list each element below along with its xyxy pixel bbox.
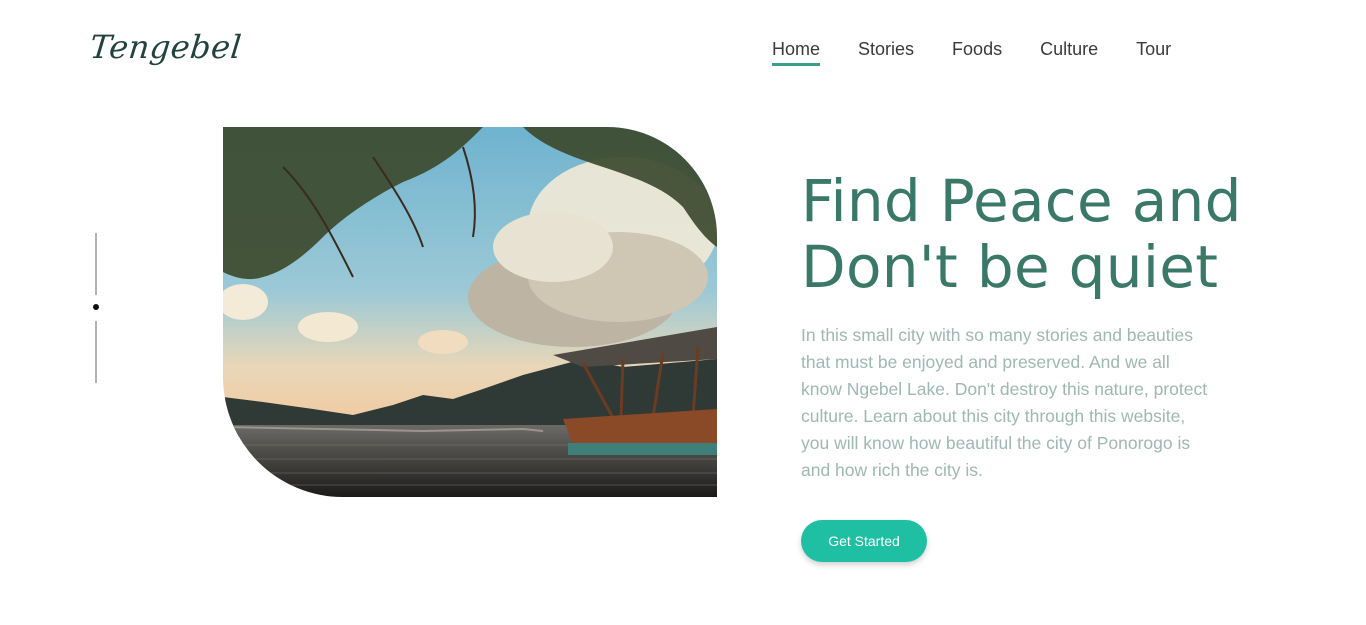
- hero-title-line-1: Find Peace and: [801, 167, 1242, 235]
- get-started-button[interactable]: Get Started: [801, 520, 927, 562]
- slider-line-bottom: [95, 321, 97, 383]
- hero-title: Find Peace and Don't be quiet: [801, 168, 1281, 300]
- nav-item-home[interactable]: Home: [772, 38, 821, 66]
- slider-dot-active[interactable]: [93, 304, 99, 310]
- slider-line-top: [95, 233, 97, 295]
- nav-item-stories[interactable]: Stories: [858, 38, 914, 66]
- lake-scene-illustration: [223, 127, 717, 497]
- hero-description: In this small city with so many stories …: [801, 325, 1208, 480]
- hero-title-line-2: Don't be quiet: [801, 233, 1219, 301]
- nav-item-foods[interactable]: Foods: [952, 38, 1002, 66]
- slider-indicator: [93, 233, 99, 383]
- brand-logo[interactable]: Tengebel: [88, 28, 243, 66]
- nav-item-tour[interactable]: Tour: [1136, 38, 1171, 66]
- nav-item-culture[interactable]: Culture: [1040, 38, 1098, 66]
- hero-image: [223, 127, 717, 497]
- main-nav: Home Stories Foods Culture Tour: [772, 38, 1209, 66]
